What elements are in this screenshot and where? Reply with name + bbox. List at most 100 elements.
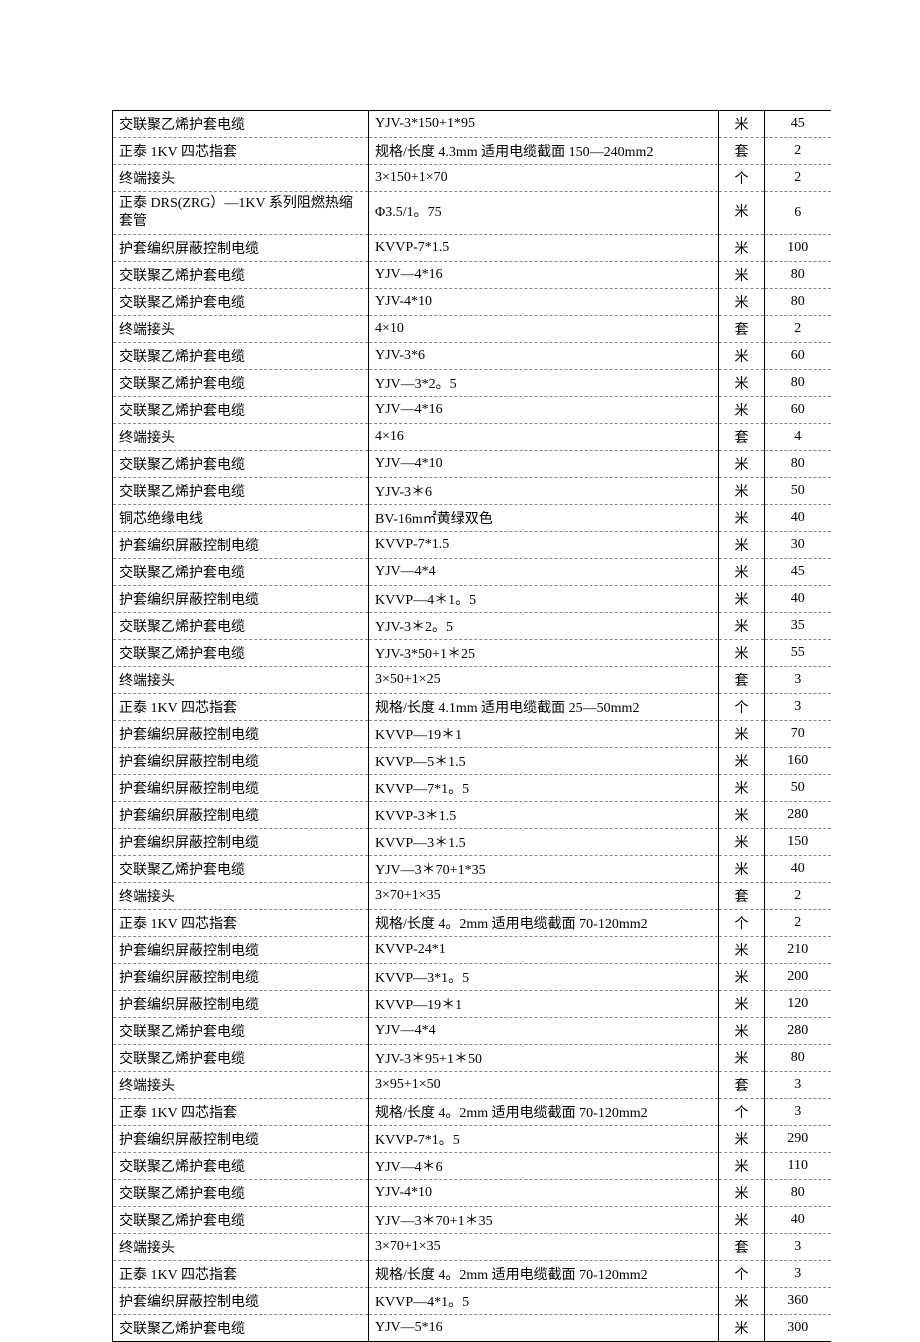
cell-name: 正泰 DRS(ZRG）—1KV 系列阻燃热缩套管 (113, 192, 369, 235)
cell-unit: 米 (719, 1153, 765, 1180)
cell-name: 交联聚乙烯护套电缆 (113, 559, 369, 586)
cell-spec: 规格/长度 4.1mm 适用电缆截面 25—50mm2 (369, 694, 719, 721)
cell-spec: YJV—4*16 (369, 397, 719, 424)
cell-unit: 套 (719, 1234, 765, 1261)
table-row: 交联聚乙烯护套电缆YJV—4＊6米110 (113, 1153, 831, 1180)
cell-qty: 360 (765, 1288, 831, 1315)
cell-unit: 米 (719, 613, 765, 640)
cell-spec: 规格/长度 4.3mm 适用电缆截面 150—240mm2 (369, 138, 719, 165)
cell-spec: 3×150+1×70 (369, 165, 719, 192)
cell-qty: 60 (765, 343, 831, 370)
cell-qty: 3 (765, 694, 831, 721)
cell-unit: 米 (719, 586, 765, 613)
cell-spec: YJV-3＊2。5 (369, 613, 719, 640)
cell-unit: 米 (719, 1315, 765, 1342)
cell-qty: 80 (765, 262, 831, 289)
cell-qty: 160 (765, 748, 831, 775)
table-row: 交联聚乙烯护套电缆YJV-3＊2。5米35 (113, 613, 831, 640)
cell-unit: 米 (719, 532, 765, 559)
cell-name: 终端接头 (113, 316, 369, 343)
cell-spec: KVVP—5＊1.5 (369, 748, 719, 775)
cell-qty: 40 (765, 505, 831, 532)
table-row: 护套编织屏蔽控制电缆KVVP—5＊1.5米160 (113, 748, 831, 775)
cell-qty: 150 (765, 829, 831, 856)
cell-qty: 80 (765, 370, 831, 397)
cell-qty: 2 (765, 883, 831, 910)
cell-qty: 3 (765, 1072, 831, 1099)
cell-qty: 80 (765, 451, 831, 478)
cell-unit: 米 (719, 964, 765, 991)
cell-unit: 套 (719, 138, 765, 165)
cell-unit: 套 (719, 424, 765, 451)
cell-spec: 3×50+1×25 (369, 667, 719, 694)
table-row: 铜芯绝缘电线BV-16m㎡黄绿双色米40 (113, 505, 831, 532)
cell-qty: 3 (765, 1099, 831, 1126)
cell-name: 护套编织屏蔽控制电缆 (113, 586, 369, 613)
cell-unit: 米 (719, 559, 765, 586)
cell-qty: 80 (765, 289, 831, 316)
cell-qty: 35 (765, 613, 831, 640)
table-row: 交联聚乙烯护套电缆YJV—3＊70+1*35米40 (113, 856, 831, 883)
cell-unit: 米 (719, 829, 765, 856)
cell-name: 交联聚乙烯护套电缆 (113, 613, 369, 640)
cell-qty: 2 (765, 316, 831, 343)
table-row: 交联聚乙烯护套电缆YJV—5*16米300 (113, 1315, 831, 1342)
cell-name: 护套编织屏蔽控制电缆 (113, 937, 369, 964)
cell-name: 护套编织屏蔽控制电缆 (113, 829, 369, 856)
cell-unit: 米 (719, 775, 765, 802)
cell-spec: KVVP—19＊1 (369, 721, 719, 748)
table-row: 护套编织屏蔽控制电缆KVVP-3＊1.5米280 (113, 802, 831, 829)
cell-name: 护套编织屏蔽控制电缆 (113, 1126, 369, 1153)
table-row: 护套编织屏蔽控制电缆KVVP—3＊1.5米150 (113, 829, 831, 856)
cell-unit: 米 (719, 1288, 765, 1315)
cell-name: 护套编织屏蔽控制电缆 (113, 991, 369, 1018)
cell-qty: 40 (765, 1207, 831, 1234)
cell-spec: KVVP—4*1。5 (369, 1288, 719, 1315)
cell-name: 交联聚乙烯护套电缆 (113, 1180, 369, 1207)
table-row: 交联聚乙烯护套电缆YJV-3*150+1*95米45 (113, 111, 831, 138)
cell-unit: 米 (719, 192, 765, 235)
cell-spec: 4×10 (369, 316, 719, 343)
cell-name: 交联聚乙烯护套电缆 (113, 1153, 369, 1180)
cell-spec: YJV—3＊70+1*35 (369, 856, 719, 883)
table-row: 终端接头4×16套4 (113, 424, 831, 451)
cell-spec: 4×16 (369, 424, 719, 451)
table-row: 交联聚乙烯护套电缆YJV—4*4米280 (113, 1018, 831, 1045)
table-row: 交联聚乙烯护套电缆YJV—4*10米80 (113, 451, 831, 478)
cell-unit: 米 (719, 370, 765, 397)
cell-qty: 60 (765, 397, 831, 424)
cell-spec: YJV—4＊6 (369, 1153, 719, 1180)
cell-qty: 3 (765, 1234, 831, 1261)
cell-name: 护套编织屏蔽控制电缆 (113, 532, 369, 559)
table-row: 护套编织屏蔽控制电缆KVVP—7*1。5米50 (113, 775, 831, 802)
cell-spec: YJV-3*50+1＊25 (369, 640, 719, 667)
cell-name: 交联聚乙烯护套电缆 (113, 111, 369, 138)
cell-unit: 米 (719, 478, 765, 505)
cell-spec: YJV—4*16 (369, 262, 719, 289)
table-row: 正泰 1KV 四芯指套规格/长度 4.3mm 适用电缆截面 150—240mm2… (113, 138, 831, 165)
cell-name: 交联聚乙烯护套电缆 (113, 1018, 369, 1045)
table-row: 护套编织屏蔽控制电缆KVVP—3*1。5米200 (113, 964, 831, 991)
cell-name: 正泰 1KV 四芯指套 (113, 138, 369, 165)
cell-name: 护套编织屏蔽控制电缆 (113, 1288, 369, 1315)
cell-unit: 个 (719, 1261, 765, 1288)
cell-spec: KVVP—19＊1 (369, 991, 719, 1018)
cell-qty: 40 (765, 586, 831, 613)
cell-qty: 50 (765, 478, 831, 505)
cell-name: 交联聚乙烯护套电缆 (113, 478, 369, 505)
cell-qty: 80 (765, 1045, 831, 1072)
cell-unit: 米 (719, 1126, 765, 1153)
cell-qty: 210 (765, 937, 831, 964)
cell-unit: 米 (719, 1180, 765, 1207)
cell-spec: YJV—3*2。5 (369, 370, 719, 397)
table-row: 终端接头3×70+1×35套3 (113, 1234, 831, 1261)
cell-unit: 米 (719, 721, 765, 748)
cell-name: 护套编织屏蔽控制电缆 (113, 964, 369, 991)
cell-spec: KVVP-7*1.5 (369, 235, 719, 262)
table-row: 护套编织屏蔽控制电缆KVVP—19＊1米120 (113, 991, 831, 1018)
cell-spec: BV-16m㎡黄绿双色 (369, 505, 719, 532)
table-row: 护套编织屏蔽控制电缆KVVP—4＊1。5米40 (113, 586, 831, 613)
cell-unit: 米 (719, 343, 765, 370)
table-row: 护套编织屏蔽控制电缆KVVP-7*1。5米290 (113, 1126, 831, 1153)
cell-unit: 个 (719, 910, 765, 937)
